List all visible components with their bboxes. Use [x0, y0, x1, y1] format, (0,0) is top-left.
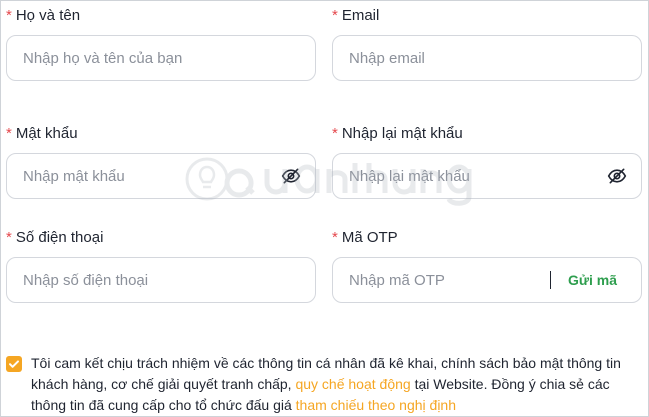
email-label: * Email — [332, 7, 379, 25]
required-mark: * — [332, 229, 338, 246]
otp-label-text: Mã OTP — [341, 229, 398, 246]
required-mark: * — [332, 7, 338, 24]
password-input[interactable] — [23, 154, 263, 198]
operation-regulation-link[interactable]: quy chế hoạt động — [295, 376, 410, 392]
eye-off-icon[interactable] — [281, 166, 301, 186]
email-input-box[interactable] — [332, 35, 642, 81]
password-label-text: Mật khẩu — [15, 125, 78, 142]
confirm-password-input[interactable] — [349, 154, 589, 198]
full-name-input[interactable] — [23, 36, 263, 80]
phone-input-box[interactable] — [6, 257, 316, 303]
password-label: * Mật khẩu — [6, 125, 78, 143]
full-name-input-box[interactable] — [6, 35, 316, 81]
email-input[interactable] — [349, 36, 589, 80]
phone-input[interactable] — [23, 258, 263, 302]
confirm-password-label-text: Nhập lại mật khẩu — [341, 125, 463, 142]
otp-input-box[interactable]: Gửi mã — [332, 257, 642, 303]
decree-reference-link[interactable]: tham chiếu theo nghị định — [296, 397, 456, 413]
eye-off-icon[interactable] — [607, 166, 627, 186]
required-mark: * — [6, 229, 12, 246]
otp-label: * Mã OTP — [332, 229, 398, 247]
full-name-label-text: Họ và tên — [15, 7, 81, 24]
required-mark: * — [6, 7, 12, 24]
otp-divider — [549, 271, 551, 289]
check-icon — [9, 360, 19, 368]
agreement-text: Tôi cam kết chịu trách nhiệm về các thôn… — [31, 353, 636, 416]
send-otp-button[interactable]: Gửi mã — [568, 258, 617, 302]
phone-label: * Số điện thoại — [6, 229, 103, 247]
full-name-label: * Họ và tên — [6, 7, 80, 25]
email-label-text: Email — [341, 7, 380, 24]
agreement-checkbox[interactable] — [6, 356, 22, 372]
password-input-box[interactable] — [6, 153, 316, 199]
required-mark: * — [6, 125, 12, 142]
confirm-password-label: * Nhập lại mật khẩu — [332, 125, 463, 143]
otp-input[interactable] — [349, 258, 529, 302]
required-mark: * — [332, 125, 338, 142]
confirm-password-input-box[interactable] — [332, 153, 642, 199]
phone-label-text: Số điện thoại — [15, 229, 104, 246]
